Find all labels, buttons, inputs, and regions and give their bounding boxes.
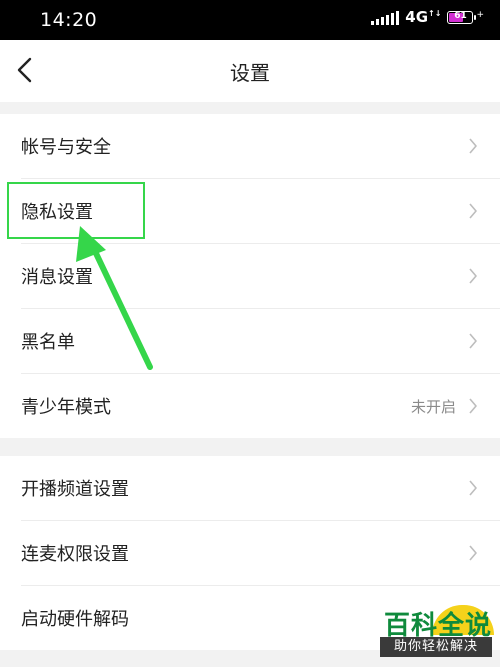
- chevron-right-icon: [469, 398, 477, 414]
- chevron-right-icon: [469, 480, 477, 496]
- chevron-right-icon: [469, 268, 477, 284]
- status-icons: 4G↑↓ 61 +: [371, 10, 484, 25]
- charging-icon: +: [476, 9, 484, 20]
- settings-row-label: 黑名单: [21, 332, 75, 353]
- settings-group-account: 帐号与安全 隐私设置 消息设置 黑名单 青少年模式 未开启: [0, 114, 500, 438]
- chevron-right-icon: [469, 333, 477, 349]
- settings-row-teen-mode[interactable]: 青少年模式 未开启: [0, 374, 500, 438]
- battery-icon: 61: [447, 11, 477, 24]
- page-title: 设置: [230, 61, 270, 85]
- settings-row-label: 帐号与安全: [21, 137, 111, 158]
- watermark-logo: 百科全说 助你轻松解决: [376, 605, 494, 657]
- chevron-right-icon: [469, 545, 477, 561]
- settings-row-label: 开播频道设置: [21, 479, 129, 500]
- settings-row-label: 连麦权限设置: [21, 544, 129, 565]
- nav-bar: 设置: [0, 40, 500, 102]
- status-time: 14:20: [40, 9, 98, 31]
- settings-row-mic-permission[interactable]: 连麦权限设置: [0, 521, 500, 585]
- network-type: 4G↑↓: [405, 8, 442, 26]
- chevron-right-icon: [469, 203, 477, 219]
- signal-icon: [371, 10, 400, 25]
- status-bar: 14:20 4G↑↓ 61 +: [0, 0, 500, 40]
- settings-row-label: 消息设置: [21, 267, 93, 288]
- battery-level: 61: [454, 11, 467, 21]
- settings-row-messages[interactable]: 消息设置: [0, 244, 500, 308]
- settings-row-account-security[interactable]: 帐号与安全: [0, 114, 500, 178]
- chevron-right-icon: [469, 138, 477, 154]
- settings-row-label: 青少年模式: [21, 397, 111, 418]
- settings-row-blacklist[interactable]: 黑名单: [0, 309, 500, 373]
- teen-mode-status: 未开启: [410, 397, 456, 416]
- settings-row-stream-channel[interactable]: 开播频道设置: [0, 456, 500, 520]
- watermark-subtitle: 助你轻松解决: [380, 637, 492, 657]
- settings-row-label: 启动硬件解码: [21, 609, 129, 630]
- highlight-box: [7, 182, 145, 239]
